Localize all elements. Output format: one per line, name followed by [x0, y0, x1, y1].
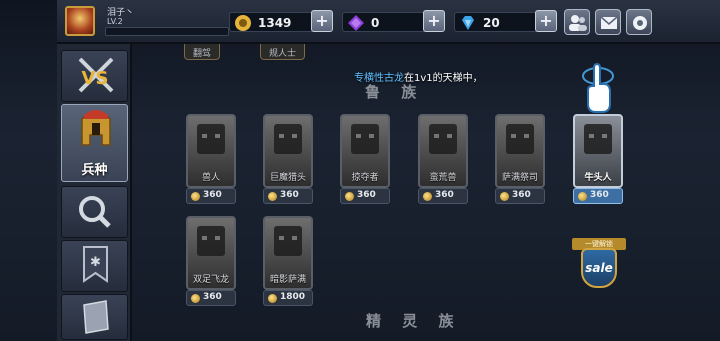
unit-card[interactable]: 兽人 360 — [186, 114, 236, 206]
coin-icon — [191, 294, 200, 303]
gold-counter: 1349 — [229, 12, 319, 32]
coin-icon — [191, 192, 200, 201]
svg-text:✱: ✱ — [90, 255, 101, 270]
coin-icon — [345, 192, 354, 201]
sidebar: VS 兵种 ✱ — [57, 44, 132, 341]
coin-icon — [268, 294, 277, 303]
unit-name: 牛头人 — [584, 173, 612, 183]
unit-name: 兽人 — [201, 173, 220, 183]
pointing-hand-icon — [582, 62, 614, 113]
sidebar-item-units[interactable]: 兵种 — [61, 104, 128, 182]
sidebar-item-vs[interactable]: VS — [61, 50, 128, 102]
coin-icon — [500, 192, 509, 201]
tip-rest: 在1v1的天梯中， — [404, 73, 483, 84]
settings-button[interactable] — [626, 9, 652, 35]
section-title-bottom: 精 灵 族 — [366, 312, 462, 330]
unit-card[interactable]: 掠夺者 360 — [340, 114, 390, 206]
unit-card-selected[interactable]: 牛头人 360 — [573, 114, 623, 206]
xp-bar — [105, 27, 229, 36]
friends-icon — [569, 15, 587, 31]
unit-portrait: 蛮荒兽 — [418, 114, 468, 188]
unit-name: 萨满祭司 — [501, 173, 538, 183]
scroll-icon — [83, 300, 109, 334]
unit-portrait: 牛头人 — [573, 114, 623, 188]
sale-button[interactable]: 一键解锁 sale — [572, 234, 626, 292]
unit-portrait: 萨满祭司 — [495, 114, 545, 188]
sidebar-item-label: 兵种 — [81, 163, 108, 178]
unit-portrait: 掠夺者 — [340, 114, 390, 188]
purple-gem-counter: 0 — [342, 12, 432, 32]
unit-card[interactable]: 暗影萨满 1800 — [263, 216, 313, 308]
unit-price: 1800 — [263, 290, 313, 306]
blue-gem-counter: 20 — [454, 12, 544, 32]
top-tag-2: 规人士 — [260, 44, 306, 60]
top-bar: 泪子丶 LV.2 1349 + 0 + 20 + — [57, 0, 720, 44]
unit-price: 360 — [573, 188, 623, 204]
player-level: LV.2 — [107, 17, 123, 26]
unit-card[interactable]: 蛮荒兽 360 — [418, 114, 468, 206]
add-purple-gem-button[interactable]: + — [423, 10, 445, 32]
coin-icon — [578, 192, 587, 201]
unit-name: 掠夺者 — [351, 173, 379, 183]
purple-gem-icon — [348, 15, 364, 31]
shield-icon: sale — [581, 248, 617, 288]
unit-name: 双足飞龙 — [192, 275, 229, 285]
unit-name: 巨魔猎头 — [269, 173, 306, 183]
unit-price: 360 — [263, 188, 313, 204]
vs-icon: VS — [78, 57, 114, 93]
tip-highlight: 专横性古龙 — [354, 73, 404, 84]
sidebar-item-banner[interactable]: ✱ — [61, 240, 128, 292]
unit-price: 360 — [495, 188, 545, 204]
add-gold-button[interactable]: + — [311, 10, 333, 32]
gear-icon — [633, 16, 647, 30]
game-screen: 泪子丶 LV.2 1349 + 0 + 20 + VS 兵种 ✱ 翻驾 规人士 … — [0, 0, 720, 341]
coin-icon — [268, 192, 277, 201]
unit-catalog: 翻驾 规人士 鲁 族 专横性古龙在1v1的天梯中， 兽人 360 巨魔猎头 36… — [134, 44, 720, 341]
unit-price: 360 — [186, 188, 236, 204]
coin-icon — [423, 192, 432, 201]
gold-amount: 1349 — [258, 16, 292, 30]
unit-portrait: 双足飞龙 — [186, 216, 236, 290]
unit-card[interactable]: 萨满祭司 360 — [495, 114, 545, 206]
friends-button[interactable] — [564, 9, 590, 35]
mail-icon — [600, 16, 618, 29]
blue-diamond-icon — [462, 16, 474, 30]
player-avatar[interactable] — [65, 6, 95, 36]
unit-price: 360 — [418, 188, 468, 204]
tip-text: 专横性古龙在1v1的天梯中， — [354, 69, 483, 84]
sidebar-item-scroll[interactable] — [61, 294, 128, 340]
gold-gear-icon — [235, 15, 251, 31]
section-title-top: 鲁 族 — [365, 83, 425, 101]
spartan-helmet-icon — [81, 110, 111, 146]
unit-name: 暗影萨满 — [269, 275, 306, 285]
unit-name: 蛮荒兽 — [429, 173, 457, 183]
unit-portrait: 兽人 — [186, 114, 236, 188]
banner-icon: ✱ — [83, 246, 108, 283]
unit-portrait: 巨魔猎头 — [263, 114, 313, 188]
unit-price: 360 — [340, 188, 390, 204]
svg-text:VS: VS — [82, 68, 109, 89]
add-blue-gem-button[interactable]: + — [535, 10, 557, 32]
mail-button[interactable] — [595, 9, 621, 35]
sidebar-item-search[interactable] — [61, 186, 128, 238]
magnifier-icon — [79, 196, 111, 228]
unit-portrait: 暗影萨满 — [263, 216, 313, 290]
top-tag-1: 翻驾 — [184, 44, 221, 60]
blue-gem-amount: 20 — [483, 16, 500, 30]
unit-card[interactable]: 双足飞龙 360 — [186, 216, 236, 308]
purple-gem-amount: 0 — [371, 16, 380, 30]
unit-card[interactable]: 巨魔猎头 360 — [263, 114, 313, 206]
unit-price: 360 — [186, 290, 236, 306]
sale-label: sale — [585, 261, 613, 275]
